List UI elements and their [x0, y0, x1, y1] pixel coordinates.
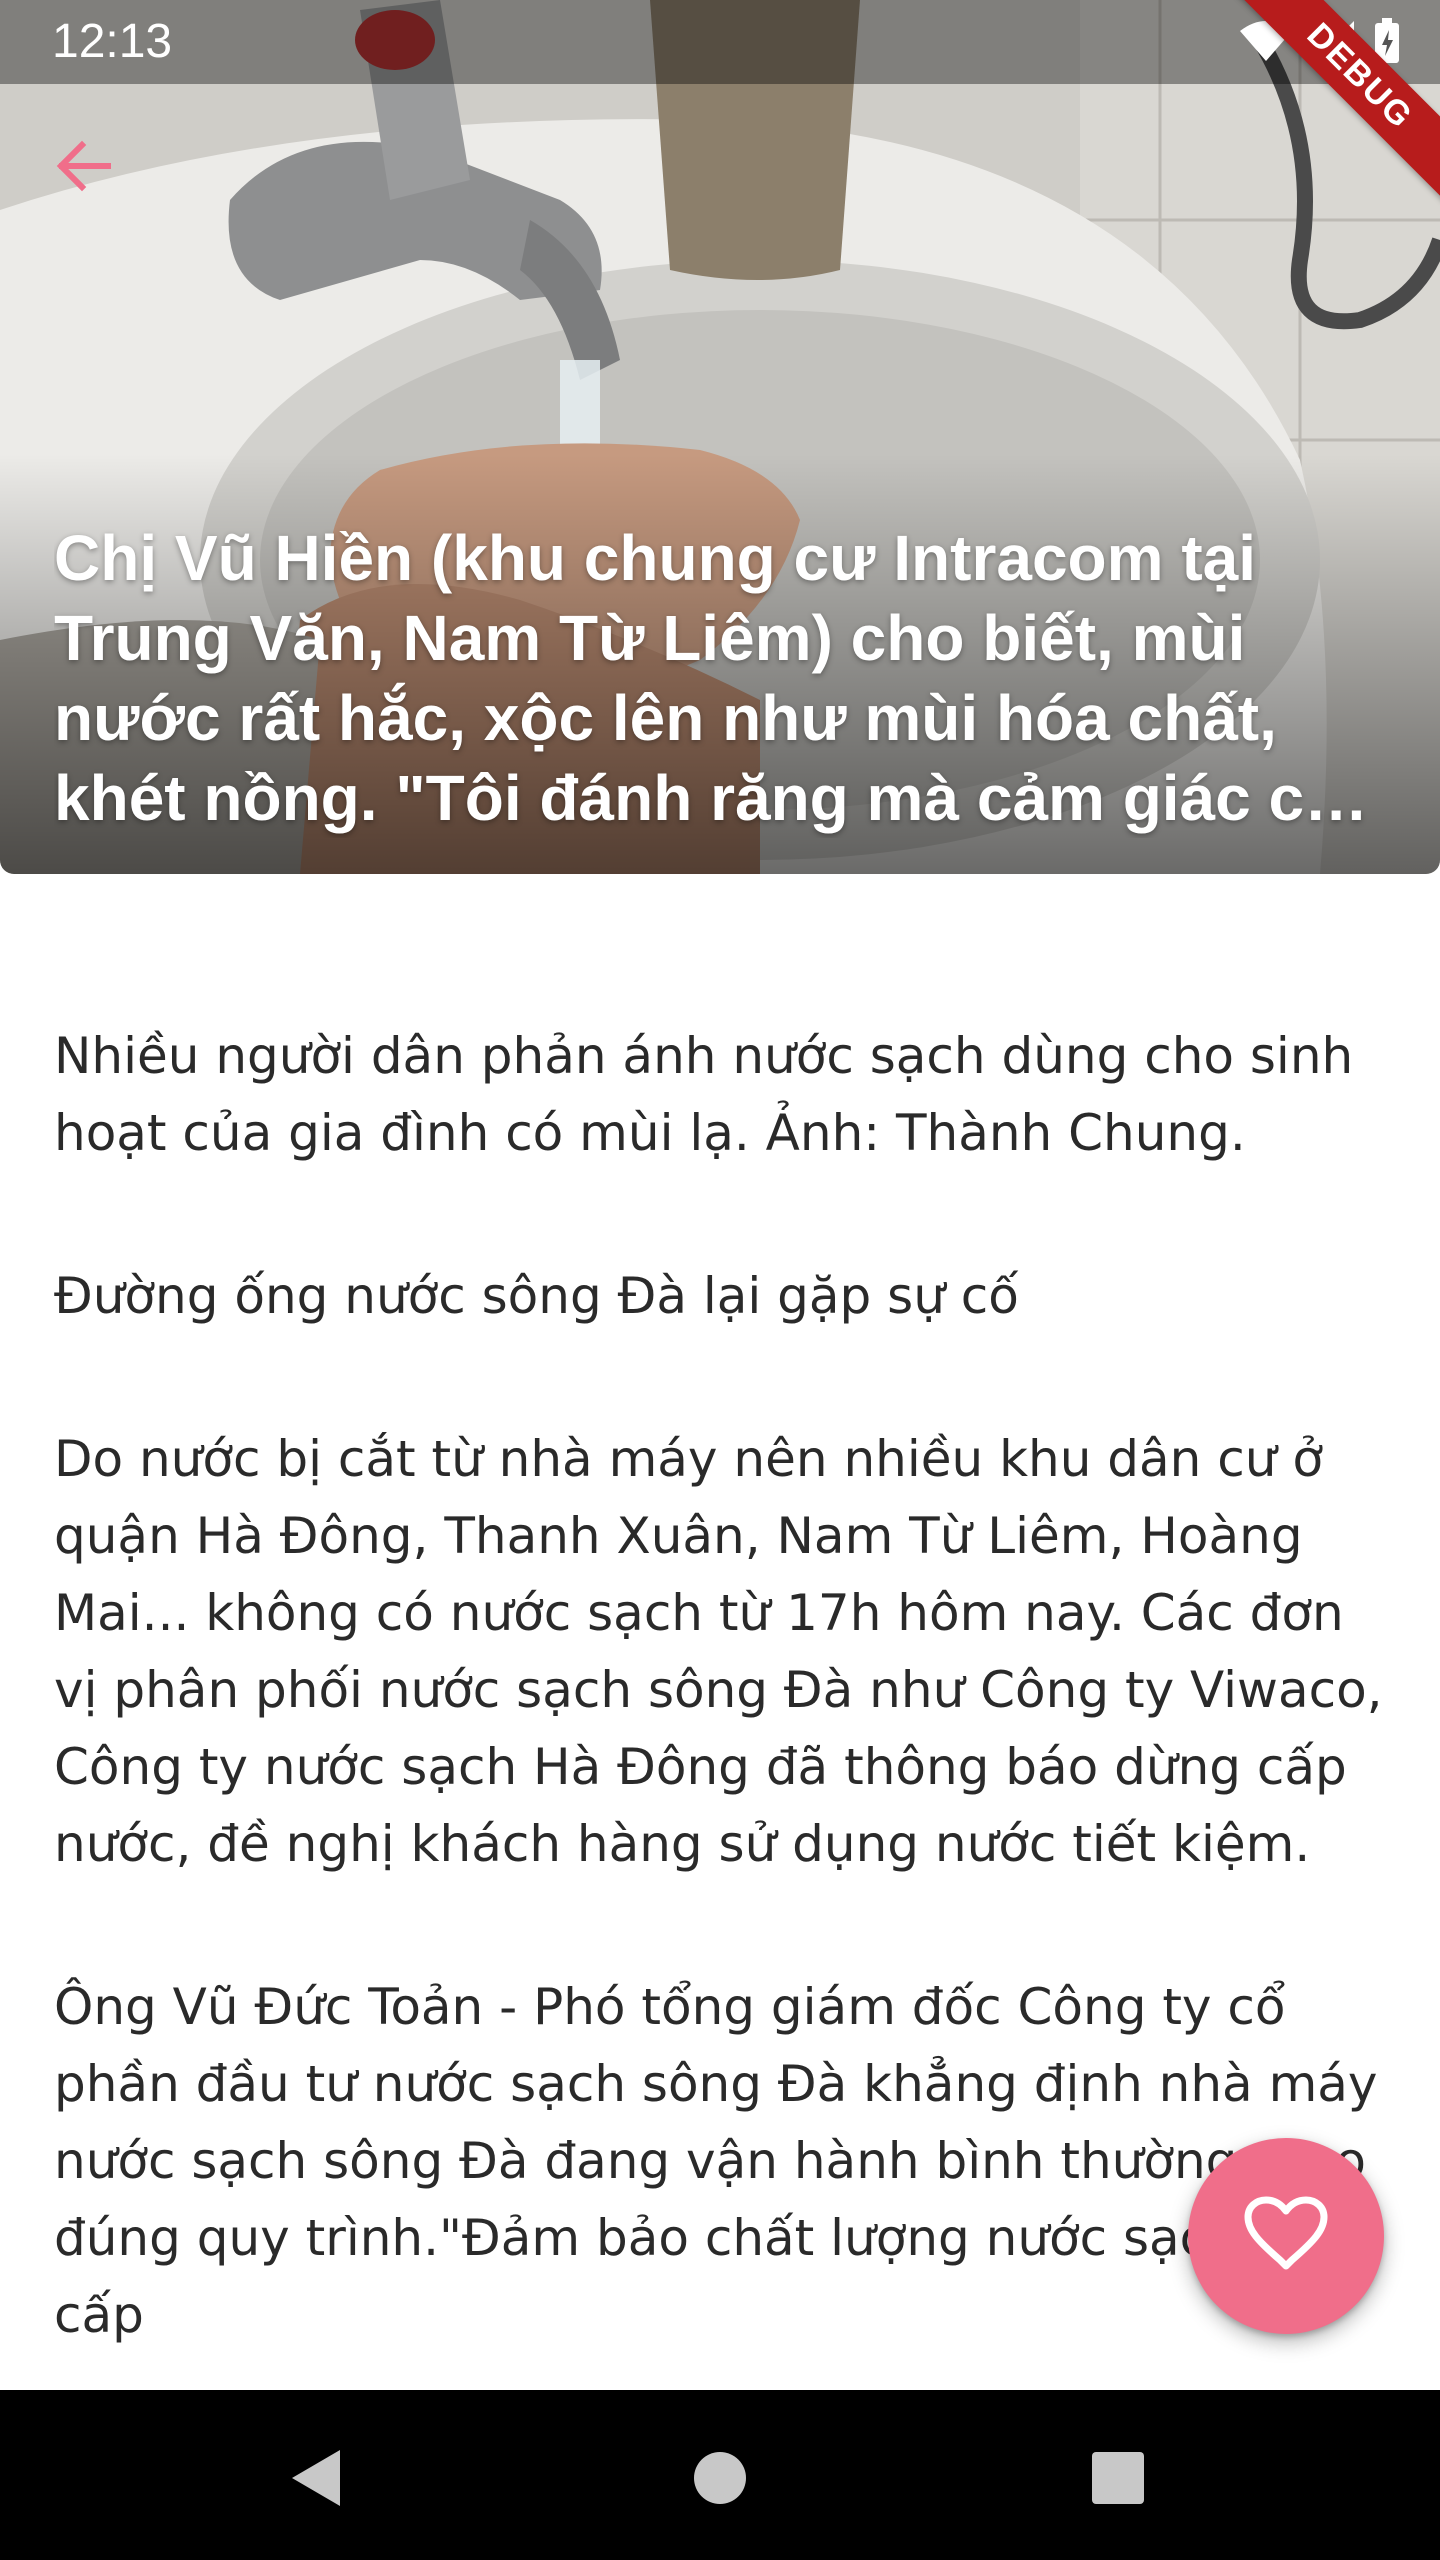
- article-paragraph: Do nước bị cắt từ nhà máy nên nhiều khu …: [54, 1430, 1383, 1873]
- article-detail-screen: Chị Vũ Hiền (khu chung cư Intracom tại T…: [0, 0, 1440, 2560]
- hero-header: Chị Vũ Hiền (khu chung cư Intracom tại T…: [0, 0, 1440, 874]
- system-nav-bar: [0, 2390, 1440, 2560]
- arrow-back-icon: [52, 134, 116, 202]
- article-body: Nhiều người dân phản ánh nước sạch dùng …: [54, 1018, 1386, 2390]
- article-paragraph: Nhiều người dân phản ánh nước sạch dùng …: [54, 1027, 1354, 1162]
- heart-outline-icon: [1244, 2196, 1328, 2276]
- hero-title: Chị Vũ Hiền (khu chung cư Intracom tại T…: [54, 522, 1376, 834]
- favorite-button[interactable]: [1188, 2138, 1384, 2334]
- nav-back-triangle-icon: [288, 2446, 344, 2514]
- nav-recents-button[interactable]: [1068, 2430, 1168, 2530]
- status-time: 12:13: [52, 15, 173, 68]
- nav-recents-square-icon: [1090, 2450, 1146, 2510]
- article-paragraph: Ông Vũ Đức Toản - Phó tổng giám đốc Công…: [54, 1978, 1378, 2344]
- article-paragraph: Đường ống nước sông Đà lại gặp sự cố: [54, 1267, 1019, 1325]
- back-button[interactable]: [36, 120, 132, 216]
- nav-home-button[interactable]: [670, 2430, 770, 2530]
- nav-home-circle-icon: [692, 2450, 748, 2510]
- status-bar: 12:13: [0, 0, 1440, 84]
- nav-back-button[interactable]: [266, 2430, 366, 2530]
